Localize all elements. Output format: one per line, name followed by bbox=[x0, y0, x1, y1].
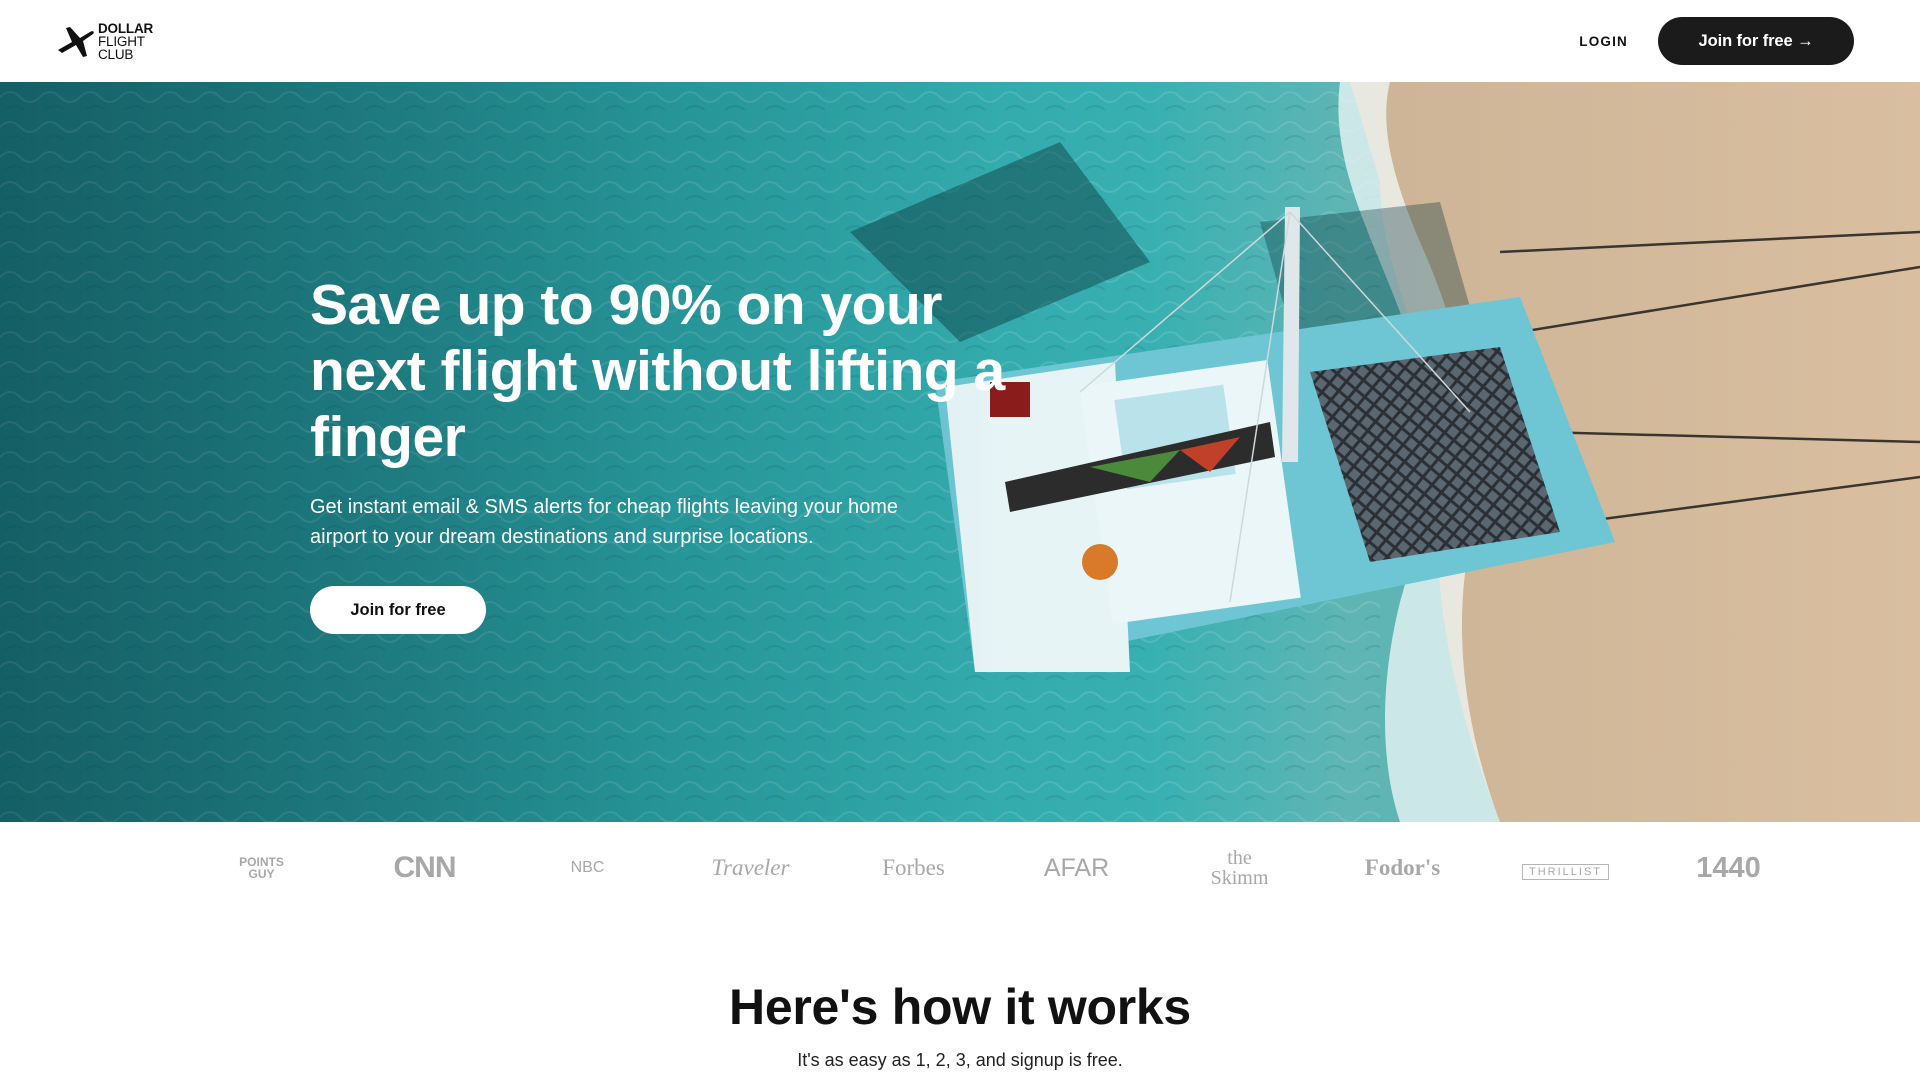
press-logo-forbes: Forbes bbox=[882, 855, 945, 880]
header-nav: LOGIN Join for free → bbox=[1579, 17, 1854, 65]
site-header: DOLLAR FLIGHT CLUB LOGIN Join for free → bbox=[0, 0, 1920, 82]
press-logo-cnn: CNN bbox=[393, 851, 457, 884]
hero-section: Save up to 90% on your next flight witho… bbox=[0, 82, 1920, 822]
logo[interactable]: DOLLAR FLIGHT CLUB bbox=[54, 20, 153, 62]
press-logo-1440: 1440 bbox=[1696, 851, 1761, 884]
press-logo-fodors: Fodor's bbox=[1364, 855, 1441, 880]
press-logos: POINTS GUY CNN NBC Traveler Forbes AFAR … bbox=[0, 822, 1920, 914]
press-logo-nbc: NBC bbox=[570, 859, 605, 876]
logo-line-1: DOLLAR bbox=[98, 20, 154, 36]
hero-content: Save up to 90% on your next flight witho… bbox=[310, 272, 1010, 634]
hero-title: Save up to 90% on your next flight witho… bbox=[310, 273, 1005, 469]
press-logo-afar: AFAR bbox=[1043, 853, 1110, 882]
how-it-works-section: Here's how it works It's as easy as 1, 2… bbox=[0, 978, 1920, 1071]
hero-subtitle: Get instant email & SMS alerts for cheap… bbox=[310, 496, 899, 548]
airplane-icon bbox=[58, 27, 94, 57]
how-it-works-title: Here's how it works bbox=[729, 979, 1191, 1035]
press-logo-thrillist: THRILLIST bbox=[1484, 855, 1647, 881]
logo-line-3: CLUB bbox=[98, 46, 134, 62]
how-it-works-subtitle: It's as easy as 1, 2, 3, and signup is f… bbox=[797, 1050, 1123, 1070]
press-logo-skimm: the Skimm bbox=[1210, 847, 1269, 889]
login-link[interactable]: LOGIN bbox=[1579, 34, 1628, 49]
thrillist-label: THRILLIST bbox=[1521, 864, 1609, 880]
press-logo-traveler: Traveler bbox=[711, 855, 790, 880]
join-button-header[interactable]: Join for free → bbox=[1658, 17, 1854, 65]
logo-text: DOLLAR FLIGHT CLUB bbox=[98, 20, 154, 62]
logo-line-2: FLIGHT bbox=[98, 33, 145, 49]
join-button-hero[interactable]: Join for free bbox=[310, 586, 486, 634]
press-logo-points-guy: POINTS GUY bbox=[239, 855, 284, 881]
